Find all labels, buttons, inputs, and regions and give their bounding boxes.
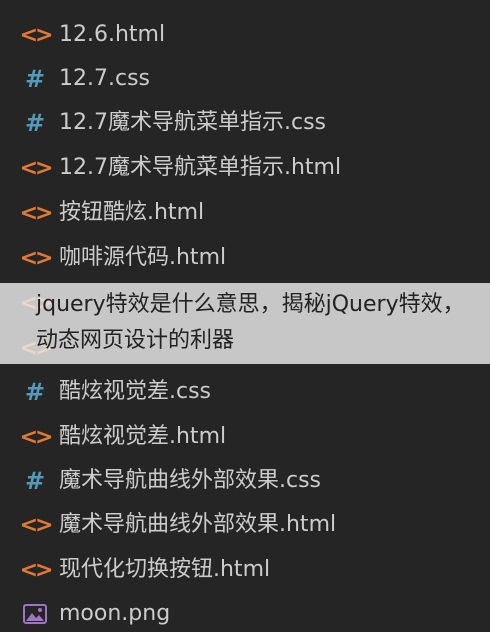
file-item[interactable]: <> 12.6.html xyxy=(0,13,490,57)
html-brackets-icon: <> xyxy=(19,557,54,583)
css-hash-icon: # xyxy=(24,109,46,137)
file-item[interactable]: <> 按钮酷炫.html xyxy=(0,191,490,235)
css-hash-icon: # xyxy=(24,467,46,495)
html-brackets-icon: <> xyxy=(19,245,54,271)
html-brackets-icon: <> xyxy=(19,22,54,48)
file-name: moon.png xyxy=(59,601,171,626)
file-name: 12.6.html xyxy=(59,22,166,47)
file-name: 酷炫视觉差.css xyxy=(59,379,212,404)
file-item[interactable]: <> 酷炫视觉差.html xyxy=(0,415,490,459)
css-hash-icon: # xyxy=(24,65,46,93)
html-brackets-icon: <> xyxy=(19,155,54,181)
file-item[interactable]: moon.png xyxy=(0,592,490,632)
file-name: 咖啡源代码.html xyxy=(59,245,227,270)
file-item[interactable]: #12.7魔术导航菜单指示.css xyxy=(0,101,490,145)
file-explorer: <> 12.6.html #12.7.css #12.7魔术导航菜单指示.css <> 1… xyxy=(0,0,490,632)
file-name: 按钮酷炫.html xyxy=(59,200,205,225)
file-name: 12.7.css xyxy=(59,66,150,91)
css-hash-icon: # xyxy=(24,378,46,406)
caption-overlay: jquery特效是什么意思，揭秘jQuery特效，动态网页设计的利器 xyxy=(0,283,490,364)
file-name: 现代化切换按钮.html xyxy=(59,557,271,582)
file-name: 魔术导航曲线外部效果.css xyxy=(59,468,322,493)
file-name: 酷炫视觉差.html xyxy=(59,424,227,449)
file-item[interactable]: <> 咖啡源代码.html xyxy=(0,236,490,280)
image-file-icon xyxy=(20,599,50,629)
file-item[interactable]: # 酷炫视觉差.css xyxy=(0,370,490,414)
file-name: 12.7魔术导航菜单指示.css xyxy=(59,110,326,135)
html-brackets-icon: <> xyxy=(19,512,54,538)
html-brackets-icon: <> xyxy=(19,200,54,226)
file-item[interactable]: <> 现代化切换按钮.html xyxy=(0,548,490,592)
caption-text: jquery特效是什么意思，揭秘jQuery特效，动态网页设计的利器 xyxy=(36,292,465,353)
file-item[interactable]: # 魔术导航曲线外部效果.css xyxy=(0,459,490,503)
file-item[interactable]: <> 12.7魔术导航菜单指示.html xyxy=(0,146,490,190)
file-item[interactable]: #12.7.css xyxy=(0,57,490,101)
file-name: 12.7魔术导航菜单指示.html xyxy=(59,155,342,180)
html-brackets-icon: <> xyxy=(19,424,54,450)
file-item[interactable]: <> 魔术导航曲线外部效果.html xyxy=(0,503,490,547)
file-name: 魔术导航曲线外部效果.html xyxy=(59,512,337,537)
